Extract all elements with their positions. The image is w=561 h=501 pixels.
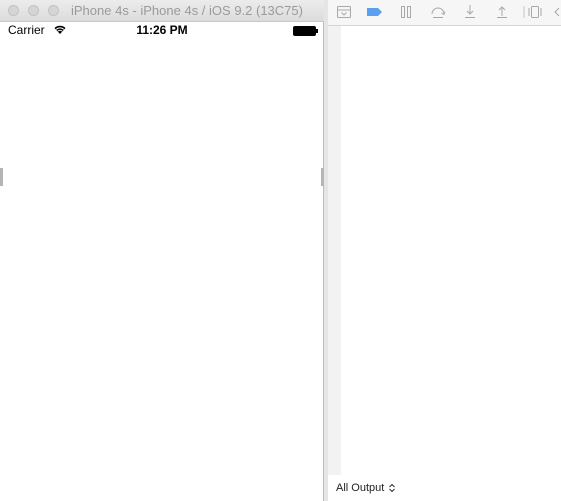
minimize-window-button[interactable] xyxy=(28,5,39,16)
step-out-icon[interactable] xyxy=(494,4,510,20)
hide-debug-area-icon[interactable] xyxy=(336,4,352,20)
close-window-button[interactable] xyxy=(8,5,19,16)
console-output[interactable] xyxy=(341,26,561,475)
chevron-left-icon[interactable] xyxy=(552,4,561,20)
pause-icon[interactable] xyxy=(398,4,414,20)
chevron-updown-icon xyxy=(389,483,396,493)
left-resize-handle[interactable] xyxy=(0,168,3,186)
output-filter-label: All Output xyxy=(336,482,385,494)
step-into-icon[interactable] xyxy=(462,4,478,20)
breakpoint-icon[interactable] xyxy=(366,4,384,20)
debug-area: All Output xyxy=(328,0,561,501)
output-filter-popup[interactable]: All Output xyxy=(336,482,396,494)
zoom-window-button[interactable] xyxy=(48,5,59,16)
step-over-icon[interactable] xyxy=(430,4,446,20)
battery-icon xyxy=(293,26,318,36)
status-clock: 11:26 PM xyxy=(136,23,188,37)
console-gutter xyxy=(328,26,341,475)
simulator-title: iPhone 4s - iPhone 4s / iOS 9.2 (13C75) xyxy=(71,3,303,18)
view-hierarchy-icon[interactable] xyxy=(527,4,543,20)
status-bar: Carrier 11:26 PM xyxy=(2,22,322,40)
divider-line-icon xyxy=(523,6,525,18)
device-screen[interactable]: Carrier 11:26 PM xyxy=(2,22,322,500)
debug-toolbar xyxy=(328,0,561,26)
simulator-window: iPhone 4s - iPhone 4s / iOS 9.2 (13C75) … xyxy=(0,0,324,501)
simulator-title-bar: iPhone 4s - iPhone 4s / iOS 9.2 (13C75) xyxy=(0,0,324,22)
